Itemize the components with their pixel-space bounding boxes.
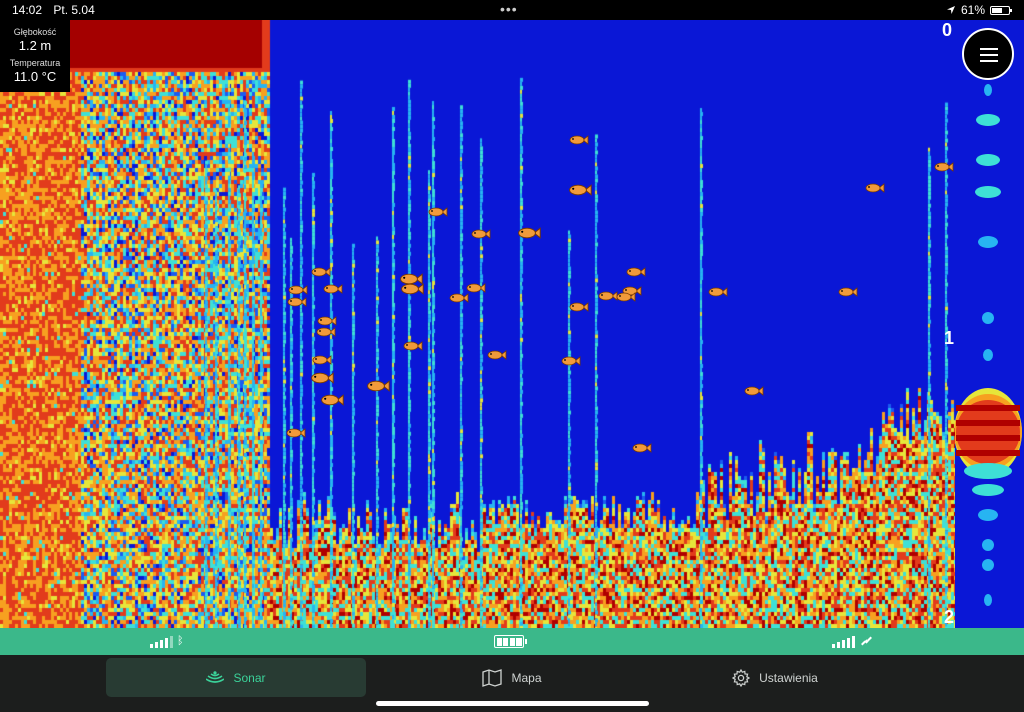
- battery-percent: 61%: [960, 3, 985, 17]
- fish-icon: [471, 229, 491, 239]
- fish-icon: [569, 135, 589, 145]
- fish-icon: [401, 283, 424, 295]
- fish-icon: [286, 428, 306, 438]
- map-icon: [482, 668, 503, 687]
- fish-icon: [598, 291, 618, 301]
- hamburger-menu-icon[interactable]: [962, 28, 1014, 80]
- fish-icon: [428, 207, 448, 217]
- device-battery-icon: [494, 635, 527, 648]
- status-date: Pt. 5.04: [53, 3, 95, 17]
- flasher-blob: [982, 539, 994, 551]
- flasher-blob: [956, 420, 1020, 426]
- fish-icon: [569, 184, 592, 196]
- flasher-blob: [975, 186, 1001, 198]
- flasher-graph: [955, 84, 1022, 606]
- flasher-strip: [955, 20, 1024, 628]
- depth-value: 1.2 m: [18, 38, 52, 53]
- flasher-blob: [976, 154, 1000, 166]
- depth-scale-0: 0: [941, 20, 952, 40]
- fish-icon: [561, 356, 581, 366]
- fish-icon: [518, 227, 541, 239]
- flasher-blob: [964, 463, 1012, 479]
- status-bar: 14:02 Pt. 5.04 ••• 61%: [0, 0, 1024, 20]
- flasher-blob: [972, 484, 1004, 496]
- fish-icon: [466, 283, 486, 293]
- fish-icon: [288, 285, 308, 295]
- fish-icon: [321, 394, 344, 406]
- sonar-icon: [206, 671, 225, 683]
- fish-icon: [708, 287, 728, 297]
- fish-icon: [400, 273, 423, 285]
- bluetooth-icon: ᛒ: [177, 635, 184, 647]
- sonar-signal-icon: ᛒ: [150, 635, 184, 648]
- fish-icon: [317, 316, 337, 326]
- temperature-label: Temperatura: [9, 58, 61, 68]
- flasher-blob: [956, 435, 1020, 441]
- satellite-icon: [861, 636, 872, 646]
- tab-settings-label: Ustawienia: [759, 670, 818, 685]
- connection-status-strip: ᛒ: [0, 628, 1024, 655]
- fish-icon: [934, 162, 954, 172]
- fish-icon: [312, 355, 332, 365]
- status-time: 14:02: [12, 3, 43, 17]
- multitasking-dots-icon[interactable]: •••: [500, 1, 518, 17]
- flasher-blob: [984, 84, 992, 96]
- flasher-blob: [978, 509, 998, 521]
- sonar-view[interactable]: [0, 20, 955, 628]
- fish-icon: [367, 380, 390, 392]
- gps-signal-icon: [832, 635, 873, 648]
- flasher-blob: [984, 594, 992, 606]
- tab-sonar-label: Sonar: [233, 670, 266, 685]
- fish-icon: [632, 443, 652, 453]
- tab-settings[interactable]: Ustawienia: [645, 658, 905, 697]
- depth-scale-2: 2: [943, 607, 954, 627]
- flasher-blob: [956, 450, 1020, 456]
- depth-scale-1: 1: [943, 328, 954, 348]
- fish-markers: [286, 135, 954, 453]
- fish-icon: [316, 327, 336, 337]
- fish-icon: [838, 287, 858, 297]
- fish-icon: [744, 386, 764, 396]
- flasher-blob: [956, 405, 1020, 411]
- home-indicator[interactable]: [376, 701, 649, 706]
- gear-icon: [732, 668, 751, 687]
- status-time-date: 14:02 Pt. 5.04: [12, 3, 103, 17]
- flasher-blob: [983, 349, 993, 361]
- readout-panel: Głębokość 1.2 m Temperatura 11.0 °C: [0, 20, 70, 92]
- fish-icon: [449, 293, 469, 303]
- fish-icon: [626, 267, 646, 277]
- flasher-blob: [978, 236, 998, 248]
- fish-icon: [865, 183, 885, 193]
- tab-sonar[interactable]: Sonar: [106, 658, 366, 697]
- fish-icon: [487, 350, 507, 360]
- battery-icon: [990, 5, 1012, 15]
- status-right: 61%: [946, 3, 1012, 17]
- fish-icon: [403, 341, 423, 351]
- fish-icon: [323, 284, 343, 294]
- location-arrow-icon: [946, 6, 955, 14]
- depth-label: Głębokość: [13, 27, 57, 37]
- tab-map-label: Mapa: [511, 670, 542, 685]
- flasher-blob: [982, 312, 994, 324]
- fish-icon: [311, 372, 334, 384]
- fish-icon: [569, 302, 589, 312]
- fish-icon: [311, 267, 331, 277]
- fish-icon: [287, 297, 307, 307]
- flasher-blob: [976, 114, 1000, 126]
- temperature-value: 11.0 °C: [13, 69, 57, 84]
- tab-map[interactable]: Mapa: [382, 658, 642, 697]
- flasher-blob: [982, 559, 994, 571]
